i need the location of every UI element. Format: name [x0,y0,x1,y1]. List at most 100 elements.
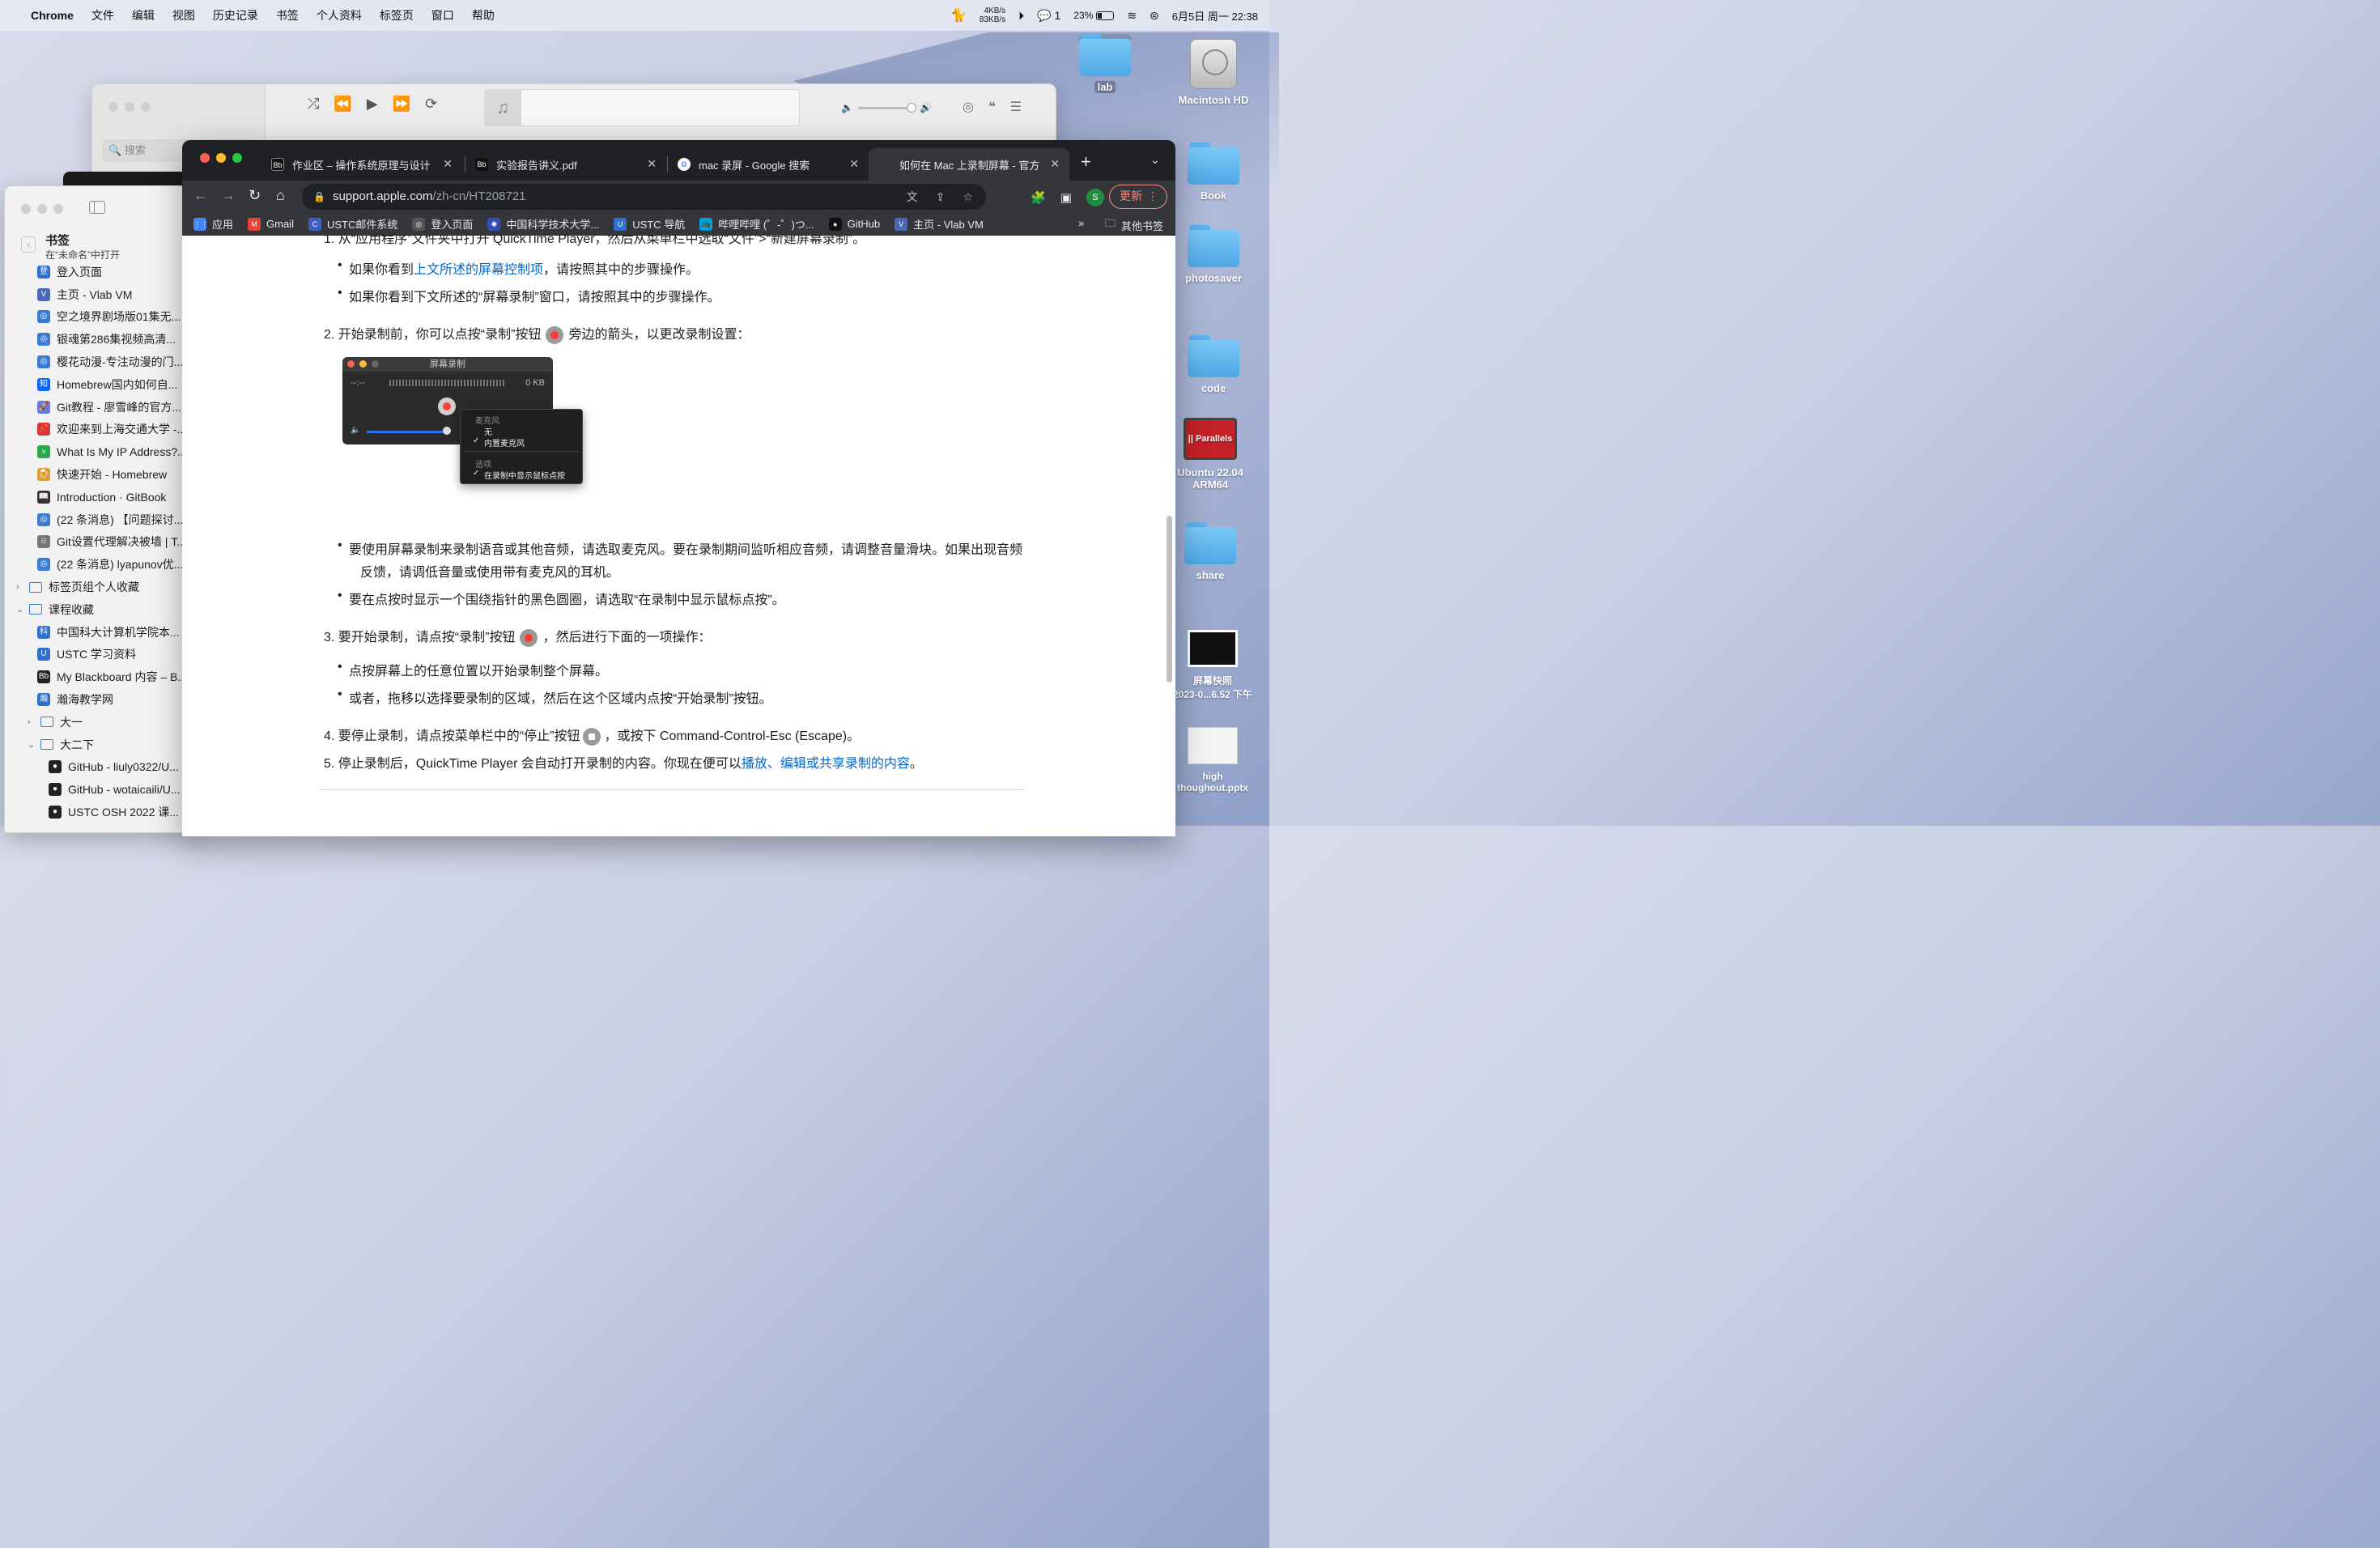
article-page[interactable]: 1. 从“应用程序”文件夹中打开 QuickTime Player，然后从菜单栏… [182,236,1175,836]
network-speed[interactable]: 4KB/s 83KB/s [980,6,1005,24]
translate-icon[interactable]: 文 [907,184,918,210]
extensions-puzzle-icon[interactable]: 🧩 [1031,190,1046,205]
bookmark-item[interactable]: Bb My Blackboard 内容 – B... [5,666,198,688]
tab-search-chevron-icon[interactable]: ⌄ [1150,153,1160,167]
menu-help[interactable]: 帮助 [472,7,495,23]
close-icon[interactable]: ✕ [849,157,859,171]
bookmark-item[interactable]: ◎ (22 条消息) lyapunov优... [5,553,198,576]
profile-avatar[interactable]: S [1086,189,1104,206]
play-edit-share-link[interactable]: 播放、编辑或共享录制的内容 [742,757,910,771]
chevron-right-icon[interactable]: › [28,717,37,727]
bookmark-bar-item[interactable]: M Gmail [248,217,294,231]
bookmark-bar-item[interactable]: V 主页 - Vlab VM [895,216,984,232]
side-panel-icon[interactable]: ▣ [1060,190,1072,205]
more-bookmarks-chevron-icon[interactable]: » [1078,217,1084,229]
cat-icon[interactable]: 🐈 [950,7,967,23]
address-bar[interactable]: 🔒 support.apple.com/zh-cn/HT208721 文 ⇪ ☆ [302,184,986,210]
bookmark-item[interactable]: ☺ Git设置代理解决被墙 | T... [5,531,198,554]
chevron-right-icon[interactable]: › [16,582,26,592]
bookmark-folder[interactable]: › 标签页组个人收藏 [5,576,198,598]
bookmark-bar-item[interactable]: C USTC邮件系统 [308,216,397,232]
bookmark-item[interactable]: ◎ 空之境界剧场版01集无... [5,306,198,329]
airplay-icon[interactable]: ◎ [963,99,974,115]
bookmark-item[interactable]: 科中国科大计算机学院本... [5,621,198,644]
tab-lab-pdf[interactable]: Bb 实验报告讲义.pdf ✕ [465,148,666,181]
play-circle-icon[interactable]: ⏵ [1018,9,1024,23]
bookmark-bar-item[interactable]: 📺 哔哩哔哩 (゜-゜)つ... [699,216,814,232]
back-button[interactable]: ‹ [21,236,36,253]
menu-tabs[interactable]: 标签页 [380,7,414,23]
chrome-window[interactable]: Bb 作业区 – 操作系统原理与设计 ✕ Bb 实验报告讲义.pdf ✕ G m… [182,140,1175,836]
tab-google-search[interactable]: G mac 录屏 - Google 搜索 ✕ [668,148,869,181]
reload-icon[interactable]: ↻ [249,187,261,204]
bookmark-folder[interactable]: ⌄ 大二下 [5,734,198,756]
menu-bookmarks[interactable]: 书签 [276,7,299,23]
desktop-file-screenshot[interactable]: 屏幕快照 2023-0...6.52 下午 [1168,630,1257,701]
desktop-disk-macintosh-hd[interactable]: Macintosh HD [1169,39,1258,106]
bookmark-item[interactable]: ● GitHub - wotaicaili/U... [5,778,198,801]
minimize-button[interactable] [37,204,47,214]
app-menu[interactable]: Chrome [31,9,74,22]
bookmark-item[interactable]: 登登入页面 [5,261,198,283]
battery-status[interactable]: 23% [1073,10,1115,21]
menu-view[interactable]: 视图 [172,7,195,23]
desktop-folder-book[interactable]: Book [1169,142,1258,202]
fast-forward-icon[interactable]: ⏩ [393,96,410,113]
back-arrow-icon[interactable]: ← [193,187,208,204]
desktop-file-pptx[interactable]: high thoughout.pptx [1168,727,1257,793]
bookmark-item[interactable]: » What Is My IP Address?... [5,440,198,463]
bookmark-item[interactable]: ◎ 银魂第286集视频高清... [5,328,198,351]
zoom-button[interactable] [141,102,151,112]
bookmark-bar-item[interactable]: ⋮⋮ 应用 [193,216,233,232]
desktop-folder-lab[interactable]: lab [1060,34,1150,93]
volume-control[interactable]: 🔈 🔊 [841,102,932,113]
page-scrollbar[interactable] [1167,516,1172,683]
chevron-down-icon[interactable]: ⌄ [16,604,26,615]
sidebar-toggle-icon[interactable] [89,201,105,214]
desktop-vm-ubuntu[interactable]: || Parallels Ubuntu 22.04 ARM64 [1166,418,1255,491]
minimize-button[interactable] [125,102,134,112]
bookmark-item[interactable]: ● GitHub - liuly0322/U... [5,756,198,779]
forward-arrow-icon[interactable]: → [221,187,236,204]
close-icon[interactable]: ✕ [1050,157,1060,171]
zoom-button[interactable] [232,153,242,163]
queue-list-icon[interactable]: ☰ [1010,99,1022,115]
bookmark-item[interactable]: 📖 Introduction · GitBook [5,486,198,508]
chevron-down-icon[interactable]: ⌄ [28,739,37,750]
wechat-icon[interactable]: 💬 1 [1037,9,1060,23]
home-icon[interactable]: ⌂ [276,187,285,204]
bookmark-item[interactable]: 知 Homebrew国内如何自... [5,373,198,396]
wifi-icon[interactable]: ≋ [1127,9,1137,23]
bookmark-item[interactable]: ● USTC OSH 2022 课... [5,801,198,823]
shuffle-icon[interactable]: ⤮ [308,96,319,113]
bookmark-item[interactable]: ◎ (22 条消息) 【问题探讨... [5,508,198,531]
close-icon[interactable]: ✕ [443,157,453,171]
bookmark-bar-item[interactable]: ◎ 登入页面 [412,216,473,232]
new-tab-button[interactable]: + [1081,151,1091,172]
star-icon[interactable]: ☆ [963,184,973,210]
tab-apple-support[interactable]: 如何在 Mac 上录制屏幕 - 官方 ✕ [869,148,1069,181]
close-button[interactable] [108,102,118,112]
bookmark-item[interactable]: ◎ 樱花动漫-专注动漫的门... [5,351,198,373]
tab-os-homework[interactable]: Bb 作业区 – 操作系统原理与设计 ✕ [261,148,462,181]
play-icon[interactable]: ▶ [367,96,378,113]
bookmark-item[interactable]: U USTC 学习资料 [5,644,198,666]
clock[interactable]: 6月5日 周一 22:38 [1172,8,1258,23]
lyrics-icon[interactable]: ❝ [988,99,996,115]
menu-profiles[interactable]: 个人资料 [317,7,362,23]
bookmark-folder[interactable]: ⌄ 课程收藏 [5,598,198,621]
minimize-button[interactable] [216,153,226,163]
desktop-folder-photosaver[interactable]: photosaver [1169,225,1258,284]
zoom-button[interactable] [53,204,63,214]
bookmark-item[interactable]: 瀚瀚海教学网 [5,688,198,711]
rewind-icon[interactable]: ⏪ [334,96,351,113]
control-center-icon[interactable]: ⊜ [1150,9,1159,23]
menu-file[interactable]: 文件 [91,7,114,23]
menu-window[interactable]: 窗口 [431,7,454,23]
update-button[interactable]: 更新 ⋮ [1109,185,1167,209]
bookmark-folder[interactable]: › 大一 [5,711,198,734]
bookmark-item[interactable]: 📌 欢迎来到上海交通大学 -... [5,419,198,441]
share-icon[interactable]: ⇪ [936,184,946,210]
bookmark-bar-item[interactable]: ● GitHub [828,217,880,231]
close-icon[interactable]: ✕ [647,157,657,171]
